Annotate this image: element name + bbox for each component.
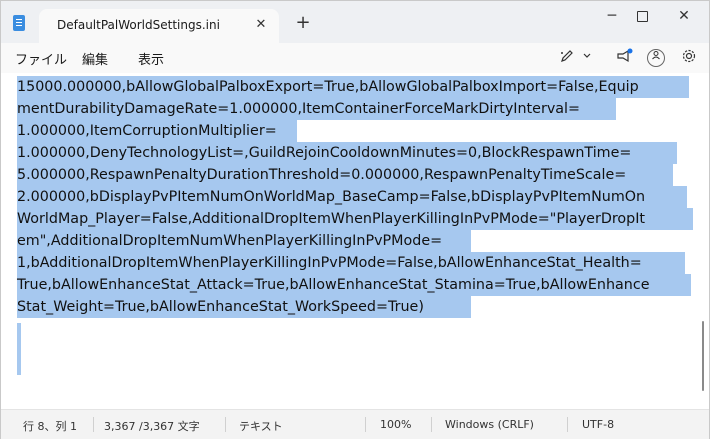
status-divider [225,417,226,432]
editor-line: True,bAllowEnhanceStat_Attack=True,bAllo… [17,274,691,296]
title-bar[interactable]: DefaultPalWorldSettings.ini ✕ + ─ ✕ [1,1,709,43]
chevron-down-icon[interactable] [581,48,593,68]
editor-line: 2.000000,bDisplayPvPItemNumOnWorldMap_Ba… [17,186,687,208]
write-icon[interactable] [556,48,578,68]
editor-line: mentDurabilityDamageRate=1.000000,ItemCo… [17,98,616,120]
megaphone-icon[interactable] [613,48,635,68]
editor-line: 1,bAdditionalDropItemWhenPlayerKillingIn… [17,252,685,274]
line-ending[interactable]: Windows (CRLF) [445,418,534,431]
status-bar: 行 8、列 1 3,367 /3,367 文字 テキスト 100% Window… [1,409,709,439]
selection-caret-area [17,323,21,375]
editor-line: WorldMap_Player=False,AdditionalDropItem… [17,208,693,230]
cursor-position: 行 8、列 1 [23,420,77,433]
scrollbar-thumb[interactable] [702,321,704,391]
notepad-app-icon [13,15,25,31]
editor-line: em",AdditionalDropItemNumWhenPlayerKilli… [17,230,471,252]
menu-view[interactable]: 表示 [138,49,164,68]
menu-edit[interactable]: 編集 [82,49,108,68]
encoding[interactable]: UTF-8 [582,418,614,431]
zoom-level[interactable]: 100% [380,418,411,431]
status-divider [365,417,366,432]
status-divider [567,417,568,432]
character-count: 3,367 /3,367 文字 [104,420,200,433]
close-tab-icon[interactable]: ✕ [251,15,271,35]
account-icon[interactable] [647,49,665,67]
status-divider [93,417,94,432]
editor-line: 5.000000,RespawnPenaltyDurationThreshold… [17,164,673,186]
vertical-scrollbar[interactable] [699,73,707,409]
editor-line: 15000.000000,bAllowGlobalPalboxExport=Tr… [17,76,689,98]
menu-bar: ファイル 編集 表示 [1,43,709,73]
editor-line: 1.000000,ItemCorruptionMultiplier= [17,120,297,142]
editor-line: Stat_Weight=True,bAllowEnhanceStat_WorkS… [17,296,471,318]
status-divider [431,417,432,432]
notepad-window: DefaultPalWorldSettings.ini ✕ + ─ ✕ ファイル… [0,0,710,439]
tab-title: DefaultPalWorldSettings.ini [57,18,220,32]
tab-defaultpalworldsettings[interactable]: DefaultPalWorldSettings.ini ✕ [39,9,279,43]
text-format: テキスト [239,420,283,433]
new-tab-icon[interactable]: + [293,13,313,33]
gear-icon[interactable] [679,48,699,68]
maximize-icon[interactable] [627,5,657,27]
editor-line: 1.000000,DenyTechnologyList=,GuildRejoin… [17,142,677,164]
minimize-icon[interactable]: ─ [597,5,627,27]
menu-file[interactable]: ファイル [15,49,67,68]
close-window-icon[interactable]: ✕ [669,5,699,27]
text-editor[interactable]: 15000.000000,bAllowGlobalPalboxExport=Tr… [1,73,709,409]
